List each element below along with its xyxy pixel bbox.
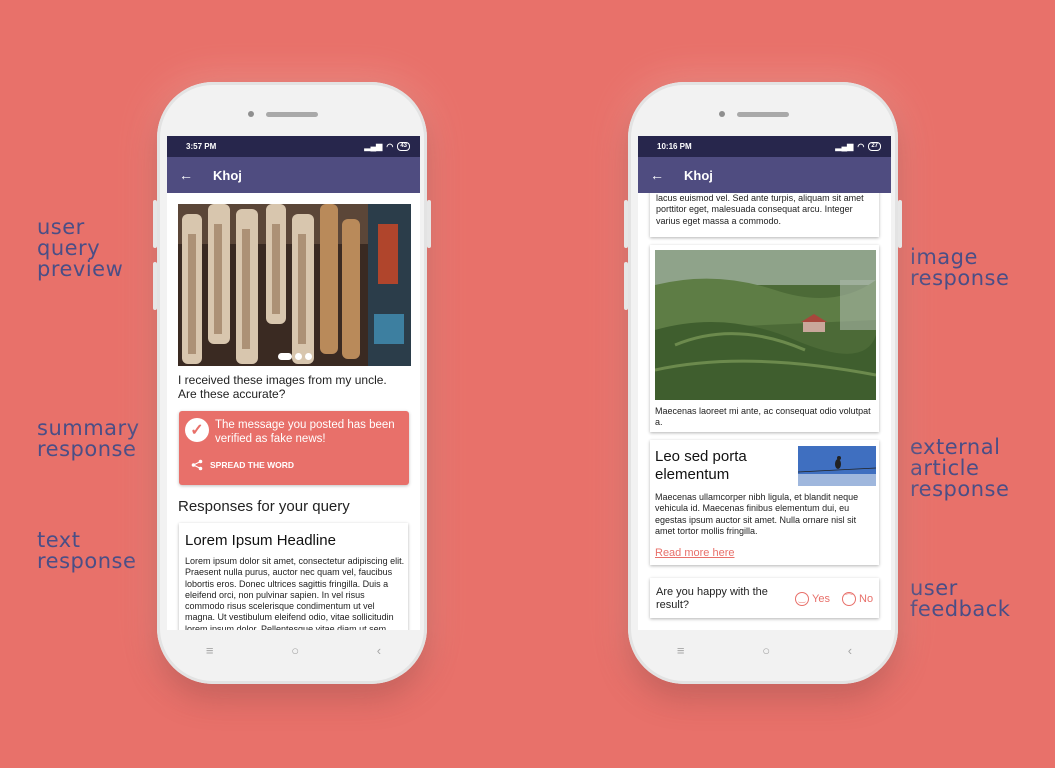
carousel-dot[interactable]: [305, 353, 312, 360]
annotation-line: response: [37, 549, 137, 573]
annotation-line: summary: [37, 416, 140, 440]
carousel-dot[interactable]: [278, 353, 292, 360]
speaker-grille: [266, 112, 318, 117]
arrow-left-icon[interactable]: ←: [179, 167, 193, 183]
no-label: No: [859, 593, 874, 605]
text-response-card[interactable]: Lorem Ipsum Headline Lorem ipsum dolor s…: [179, 523, 408, 630]
app-title: Khoj: [213, 167, 242, 183]
annotation-image-response: image response: [910, 247, 1009, 289]
annotation-line: user: [37, 215, 85, 239]
query-text: I received these images from my uncle. A…: [178, 373, 387, 401]
annotation-line: user: [910, 576, 958, 600]
carousel-dot[interactable]: [295, 353, 302, 360]
image-caption: Maecenas laoreet mi ante, ac consequat o…: [655, 406, 871, 428]
annotation-line: external: [910, 435, 1001, 459]
side-button: [624, 200, 628, 248]
battery-icon: 43: [397, 142, 410, 151]
bird-image: [798, 446, 876, 486]
annotation-line: feedback: [910, 597, 1011, 621]
summary-card: ✓ The message you posted has been verifi…: [179, 411, 409, 485]
side-button: [624, 262, 628, 310]
status-time: 10:16 PM: [657, 142, 692, 151]
wifi-icon: ◠: [386, 142, 394, 151]
front-camera: [248, 111, 254, 117]
left-phone: 3:57 PM ▂▄▆ ◠ 43 ← Khoj I received these…: [153, 82, 431, 684]
home-circle-icon[interactable]: ○: [291, 643, 299, 658]
feedback-card: Are you happy with the result? ‿ Yes ⁀ N…: [650, 578, 879, 618]
frown-icon: ⁀: [842, 592, 856, 606]
article-thumbnail: [798, 446, 876, 486]
annotation-line: image: [910, 245, 978, 269]
yes-label: Yes: [812, 593, 830, 605]
annotation-line: preview: [37, 257, 124, 281]
chevron-left-icon[interactable]: ‹: [377, 643, 381, 658]
summary-message: The message you posted has been verified…: [215, 419, 395, 445]
carousel-indicator[interactable]: [278, 353, 312, 360]
annotation-external-article-response: external article response: [910, 437, 1009, 500]
menu-icon[interactable]: ≡: [206, 643, 214, 658]
app-title: Khoj: [684, 167, 713, 183]
status-bar: 10:16 PM ▂▄▆ ◠ 27: [638, 136, 891, 157]
app-bar: ← Khoj: [167, 157, 420, 193]
annotation-line: text: [37, 528, 81, 552]
menu-icon[interactable]: ≡: [677, 643, 685, 658]
external-article-card[interactable]: Leo sed porta elementum Maecenas ullamco…: [650, 440, 879, 565]
annotation-user-query-preview: user query preview: [37, 217, 123, 280]
read-more-link[interactable]: Read more here: [655, 547, 735, 559]
annotation-line: article: [910, 456, 980, 480]
responses-title: Responses for your query: [178, 498, 350, 515]
annotation-text-response: text response: [37, 530, 136, 572]
spread-the-word-button[interactable]: SPREAD THE WORD: [191, 459, 294, 471]
arrow-left-icon[interactable]: ←: [650, 167, 664, 183]
right-content: lacus euismod vel. Sed ante turpis, aliq…: [638, 193, 891, 630]
article-title: Leo sed porta elementum: [655, 448, 747, 483]
share-icon: [191, 459, 203, 471]
left-screen: 3:57 PM ▂▄▆ ◠ 43 ← Khoj I received these…: [167, 136, 420, 630]
speaker-grille: [737, 112, 789, 117]
text-card-body: Lorem ipsum dolor sit amet, consectetur …: [185, 556, 405, 630]
annotation-line: response: [37, 437, 137, 461]
text-response-card[interactable]: lacus euismod vel. Sed ante turpis, aliq…: [650, 193, 879, 237]
check-circle-icon: ✓: [185, 418, 209, 442]
query-image-carousel[interactable]: [178, 204, 411, 366]
side-button: [898, 200, 902, 248]
annotation-user-feedback: user feedback: [910, 578, 1010, 620]
image-response-image: [655, 250, 876, 400]
status-bar: 3:57 PM ▂▄▆ ◠ 43: [167, 136, 420, 157]
app-bar: ← Khoj: [638, 157, 891, 193]
annotation-line: response: [910, 477, 1010, 501]
side-button: [153, 262, 157, 310]
chevron-left-icon[interactable]: ‹: [848, 643, 852, 658]
right-phone: 10:16 PM ▂▄▆ ◠ 27 ← Khoj lacus euismod v…: [624, 82, 902, 684]
home-circle-icon[interactable]: ○: [762, 643, 770, 658]
status-time: 3:57 PM: [186, 142, 217, 151]
android-nav-bar: ≡ ○ ‹: [167, 630, 420, 670]
right-screen: 10:16 PM ▂▄▆ ◠ 27 ← Khoj lacus euismod v…: [638, 136, 891, 630]
feedback-question: Are you happy with the result?: [656, 586, 768, 611]
market-image: [178, 204, 411, 366]
feedback-yes-button[interactable]: ‿ Yes: [795, 592, 830, 606]
feedback-no-button[interactable]: ⁀ No: [842, 592, 873, 606]
signal-icon: ▂▄▆: [835, 142, 854, 151]
signal-icon: ▂▄▆: [364, 142, 383, 151]
annotation-line: query: [37, 236, 101, 260]
battery-icon: 27: [868, 142, 881, 151]
wifi-icon: ◠: [857, 142, 865, 151]
front-camera: [719, 111, 725, 117]
side-button: [153, 200, 157, 248]
spread-label: SPREAD THE WORD: [210, 460, 295, 470]
annotation-line: response: [910, 266, 1010, 290]
smile-icon: ‿: [795, 592, 809, 606]
left-content: I received these images from my uncle. A…: [167, 193, 420, 630]
image-response-card[interactable]: Maecenas laoreet mi ante, ac consequat o…: [650, 245, 879, 432]
android-nav-bar: ≡ ○ ‹: [638, 630, 891, 670]
status-icons: ▂▄▆ ◠ 43: [364, 142, 410, 151]
annotation-summary-response: summary response: [37, 418, 140, 460]
text-card-headline: Lorem Ipsum Headline: [185, 532, 336, 549]
article-body: Maecenas ullamcorper nibh ligula, et bla…: [655, 492, 859, 536]
status-icons: ▂▄▆ ◠ 27: [835, 142, 881, 151]
side-button: [427, 200, 431, 248]
tea-plantation-image: [655, 250, 876, 400]
top-card-text: lacus euismod vel. Sed ante turpis, aliq…: [656, 193, 864, 226]
